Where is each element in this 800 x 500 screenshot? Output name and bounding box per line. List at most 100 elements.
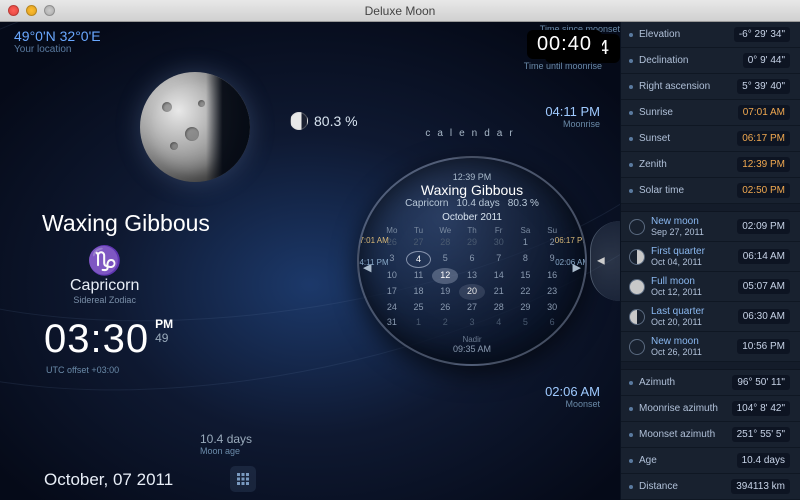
calendar-day[interactable]: 24 — [379, 300, 405, 316]
sidebar-row[interactable]: Zenith12:39 PM — [621, 152, 800, 178]
calendar-day[interactable]: 31 — [379, 315, 405, 331]
calendar-day[interactable]: 1 — [406, 315, 432, 331]
sidebar-row[interactable]: Distance394113 km — [621, 474, 800, 500]
calendar-day[interactable]: 3 — [459, 315, 485, 331]
phase-name-label: First quarter — [651, 246, 705, 257]
calendar-day[interactable]: 16 — [539, 268, 565, 284]
calendar-side-sunrise: 07:01 AM — [357, 236, 389, 245]
sidebar-row-label: Moonrise azimuth — [639, 403, 718, 414]
calendar-day-grid[interactable]: 2627282930123456789101112131415161718192… — [379, 235, 565, 331]
bullet-icon — [629, 459, 633, 463]
moonset-time: 02:06 AM — [545, 384, 600, 399]
sidebar-row-label: Moonset azimuth — [639, 429, 715, 440]
sidebar-row[interactable]: Age10.4 days — [621, 448, 800, 474]
calendar-weekday-header: MoTuWeThFrSaSu — [379, 226, 565, 235]
calendar-day[interactable]: 20 — [459, 284, 485, 300]
bullet-icon — [629, 85, 633, 89]
calendar-nadir-label: Nadir — [379, 335, 565, 344]
calendar-arc-label: calendar — [425, 128, 519, 139]
sidebar-phases-section: New moonSep 27, 201102:09 PMFirst quarte… — [621, 212, 800, 362]
moonset-block: 02:06 AM Moonset — [545, 384, 600, 409]
zodiac-sign-name: Capricorn — [70, 277, 139, 295]
calendar-day[interactable]: 5 — [432, 251, 458, 269]
calendar-day[interactable]: 27 — [406, 235, 432, 251]
sidebar-phase-row[interactable]: Last quarterOct 20, 201106:30 AM — [621, 302, 800, 332]
illumination-block: 80.3 % — [290, 112, 358, 130]
sidebar-row[interactable]: Sunset06:17 PM — [621, 126, 800, 152]
sidebar-row-label: Right ascension — [639, 81, 710, 92]
current-date[interactable]: October, 07 2011 — [44, 470, 173, 490]
sidebar-row[interactable]: Azimuth96° 50' 11" — [621, 370, 800, 396]
calendar-phase-name: Waxing Gibbous — [379, 182, 565, 198]
calendar-day[interactable]: 26 — [432, 300, 458, 316]
calendar-weekday: Tu — [406, 226, 432, 235]
clock-seconds: 49 — [155, 331, 173, 345]
calendar-day[interactable]: 14 — [486, 268, 512, 284]
sidebar-phase-row[interactable]: First quarterOct 04, 201106:14 AM — [621, 242, 800, 272]
moon-phase-name: Waxing Gibbous — [42, 210, 210, 237]
calendar-day[interactable]: 28 — [486, 300, 512, 316]
sidebar-row[interactable]: Right ascension5° 39' 40" — [621, 74, 800, 100]
calendar-day[interactable]: 23 — [539, 284, 565, 300]
calendar-day[interactable]: 13 — [459, 268, 485, 284]
bullet-icon — [629, 33, 633, 37]
moon-age-label: Moon age — [200, 446, 252, 456]
calendar-day[interactable]: 5 — [513, 315, 539, 331]
calendar-day[interactable]: 10 — [379, 268, 405, 284]
calendar-day[interactable]: 2 — [432, 315, 458, 331]
sidebar-row[interactable]: Moonrise azimuth104° 8' 42" — [621, 396, 800, 422]
calendar-day[interactable]: 6 — [459, 251, 485, 269]
sidebar-row-label: Solar time — [639, 185, 684, 196]
calendar-day[interactable]: 19 — [432, 284, 458, 300]
sidebar-row[interactable]: Sunrise07:01 AM — [621, 100, 800, 126]
calendar-day[interactable]: 4 — [406, 251, 432, 269]
moon-age-value: 10.4 days — [200, 432, 252, 446]
location-label: Your location — [14, 44, 101, 55]
calendar-day[interactable]: 29 — [459, 235, 485, 251]
calendar-day[interactable]: 22 — [513, 284, 539, 300]
moon-phase-icon — [629, 219, 645, 235]
calendar-weekday: Th — [459, 226, 485, 235]
calendar-day[interactable]: 17 — [379, 284, 405, 300]
calendar-day[interactable]: 25 — [406, 300, 432, 316]
phase-time-value: 10:56 PM — [737, 339, 790, 354]
calendar-day[interactable]: 7 — [486, 251, 512, 269]
calendar-day[interactable]: 30 — [486, 235, 512, 251]
sidebar-row[interactable]: Solar time02:50 PM — [621, 178, 800, 204]
calendar-day[interactable]: 1 — [513, 235, 539, 251]
sidebar-phase-row[interactable]: New moonOct 26, 201110:56 PM — [621, 332, 800, 362]
calendar-day[interactable]: 11 — [406, 268, 432, 284]
calendar-weekday: Sa — [513, 226, 539, 235]
sidebar-row[interactable]: Moonset azimuth251° 55' 5" — [621, 422, 800, 448]
calendar-weekday: Su — [539, 226, 565, 235]
sidebar[interactable]: Elevation-6° 29' 34"Declination0° 9' 44"… — [620, 22, 800, 500]
sidebar-row-value: 10.4 days — [737, 453, 790, 468]
sidebar-phase-row[interactable]: New moonSep 27, 201102:09 PM — [621, 212, 800, 242]
zodiac-block[interactable]: ♑ Capricorn Sidereal Zodiac — [70, 247, 139, 305]
calendar-side-moonrise: 04:11 PM — [357, 258, 389, 267]
calendar-day[interactable]: 21 — [486, 284, 512, 300]
calendar-day[interactable]: 6 — [539, 315, 565, 331]
bullet-icon — [629, 407, 633, 411]
calendar-day[interactable]: 28 — [432, 235, 458, 251]
grid-menu-button[interactable] — [230, 466, 256, 492]
calendar-day[interactable]: 12 — [432, 268, 458, 284]
location-block[interactable]: 49°0'N 32°0'E Your location — [14, 28, 101, 55]
calendar-day[interactable]: 4 — [486, 315, 512, 331]
sidebar-row-value: 12:39 PM — [737, 157, 790, 172]
calendar-day[interactable]: 18 — [406, 284, 432, 300]
sidebar-row[interactable]: Declination0° 9' 44" — [621, 48, 800, 74]
calendar-day[interactable]: 29 — [513, 300, 539, 316]
sidebar-row[interactable]: Elevation-6° 29' 34" — [621, 22, 800, 48]
sidebar-row-label: Distance — [639, 481, 678, 492]
moon-disc[interactable] — [140, 72, 250, 182]
sidebar-phase-row[interactable]: Full moonOct 12, 201105:07 AM — [621, 272, 800, 302]
location-coords: 49°0'N 32°0'E — [14, 28, 101, 44]
moonrise-countdown: 00:40 Time until moonrise — [524, 30, 602, 71]
calendar-day[interactable]: 15 — [513, 268, 539, 284]
calendar-widget[interactable]: calendar 12:39 PM Waxing Gibbous Caprico… — [345, 140, 600, 370]
calendar-day[interactable]: 27 — [459, 300, 485, 316]
moonrise-time: 04:11 PM — [545, 104, 600, 119]
calendar-day[interactable]: 30 — [539, 300, 565, 316]
calendar-day[interactable]: 8 — [513, 251, 539, 269]
